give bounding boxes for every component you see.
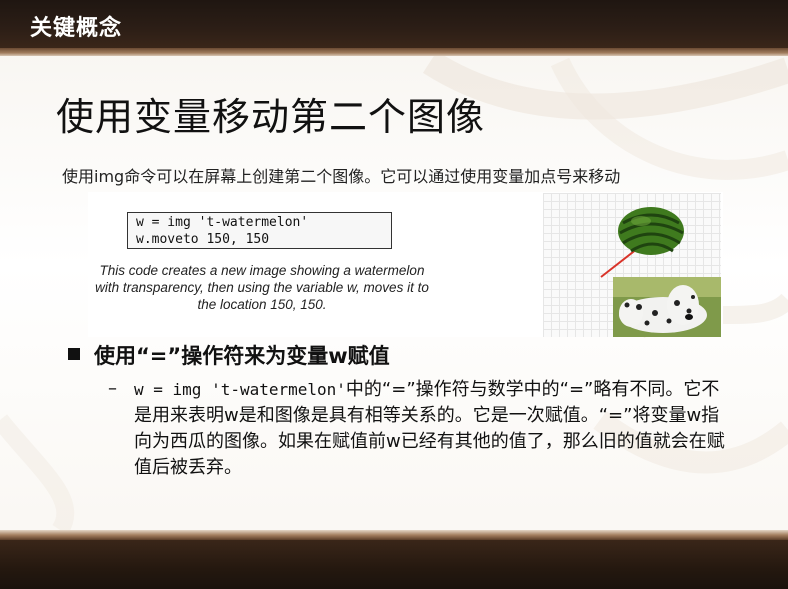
watermelon-image bbox=[618, 207, 684, 255]
bullet-heading-text: 使用“=”操作符来为变量w赋值 bbox=[94, 344, 390, 368]
code-line-2: w.moveto 150, 150 bbox=[136, 232, 270, 247]
sub-bullet-paragraph: w = img 't-watermelon'中的“=”操作符与数学中的“=”略有… bbox=[134, 377, 734, 481]
slide: 关键概念 使用变量移动第二个图像 使用img命令可以在屏幕上创建第二个图像。它可… bbox=[0, 0, 788, 589]
inline-code: w = img 't-watermelon' bbox=[134, 380, 346, 399]
bullet-heading: 使用“=”操作符来为变量w赋值 bbox=[68, 340, 390, 370]
slide-title: 使用变量移动第二个图像 bbox=[56, 95, 486, 139]
slide-subtitle: 使用img命令可以在屏幕上创建第二个图像。它可以通过使用变量加点号来移动 bbox=[62, 167, 621, 186]
code-line-1: w = img 't-watermelon' bbox=[136, 215, 309, 230]
bullet-square-icon bbox=[68, 348, 80, 360]
footer-band bbox=[0, 540, 788, 589]
header-title: 关键概念 bbox=[30, 16, 123, 41]
code-box: w = img 't-watermelon' w.moveto 150, 150 bbox=[127, 212, 392, 249]
figure-caption: This code creates a new image showing a … bbox=[95, 263, 429, 312]
figure-illustration bbox=[600, 207, 721, 337]
footer-accent-line bbox=[0, 530, 788, 540]
dalmatian-dog-image bbox=[613, 277, 721, 337]
header-accent-line bbox=[0, 48, 788, 56]
sub-bullet-dash: – bbox=[108, 378, 117, 399]
